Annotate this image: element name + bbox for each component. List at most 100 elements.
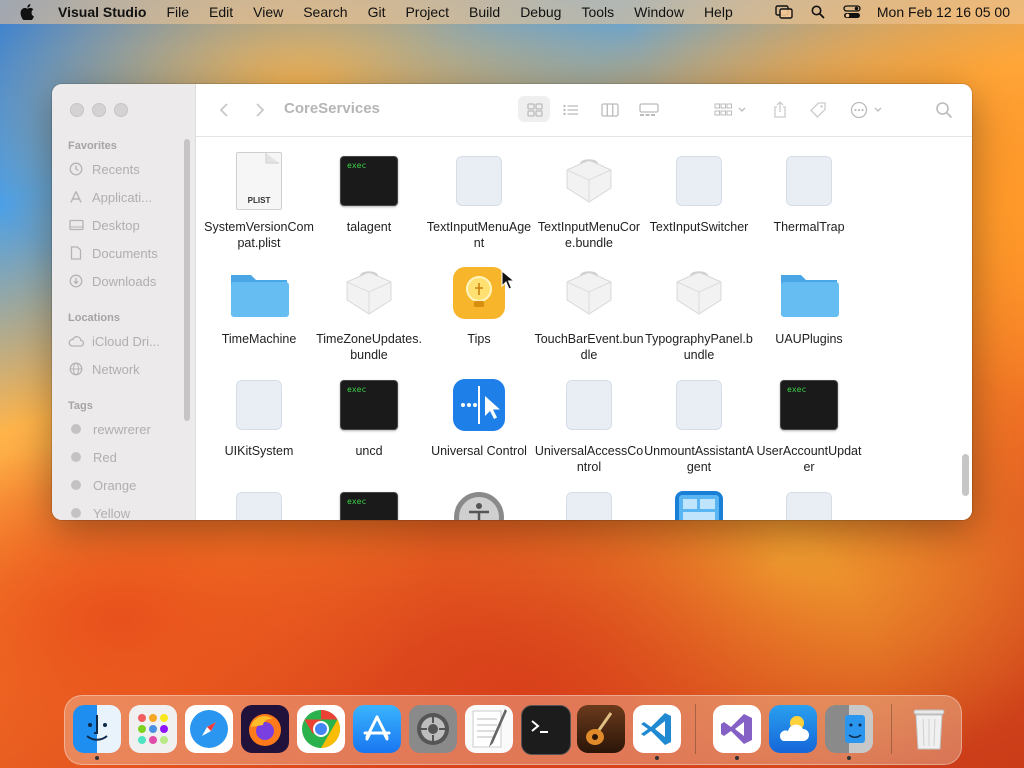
sidebar-scrollbar[interactable] (184, 139, 190, 421)
minimize-button[interactable] (92, 103, 106, 117)
file-item-textinputswitcher[interactable]: TextInputSwitcher (644, 151, 754, 235)
dock-weather-icon[interactable] (769, 705, 817, 753)
menubar-clock[interactable]: Mon Feb 12 16 05 00 (877, 4, 1010, 20)
sidebar-item-applications[interactable]: Applicati... (68, 187, 152, 207)
sidebar-header-favorites: Favorites (68, 140, 117, 152)
dock-launchpad-icon[interactable] (129, 705, 177, 753)
menu-window[interactable]: Window (624, 4, 694, 20)
file-item-uncd[interactable]: exec uncd (314, 375, 424, 459)
dock-app-store-icon[interactable] (353, 705, 401, 753)
sidebar-item-documents[interactable]: Documents (68, 243, 158, 263)
menu-help[interactable]: Help (694, 4, 743, 20)
file-item-timemachine[interactable]: TimeMachine (204, 263, 314, 347)
sidebar-tag-yellow[interactable]: Yellow (68, 503, 130, 520)
sidebar-item-label: rewwrerer (93, 421, 151, 437)
folder-icon (777, 263, 841, 323)
file-item-textinputmenuagent[interactable]: TextInputMenuAgent (424, 151, 534, 251)
dock-visual-studio-icon[interactable] (713, 705, 761, 753)
bundle-icon (337, 263, 401, 323)
sidebar-item-label: Downloads (92, 273, 157, 289)
clock-icon (68, 161, 84, 177)
file-label: Universal Control (431, 444, 527, 458)
file-item-useraccountupdater[interactable]: exec UserAccountUpdater (754, 375, 864, 475)
menu-debug[interactable]: Debug (510, 4, 571, 20)
sidebar-tag-red[interactable]: Red (68, 447, 117, 467)
zoom-button[interactable] (114, 103, 128, 117)
sidebar-item-icloud[interactable]: iCloud Dri... (68, 331, 160, 351)
file-item-partial[interactable] (644, 487, 754, 520)
icon-view-icon[interactable] (526, 100, 544, 120)
sidebar-item-desktop[interactable]: Desktop (68, 215, 140, 235)
dock-trash-icon[interactable] (905, 705, 953, 753)
menu-project[interactable]: Project (395, 4, 459, 20)
file-label: TextInputMenuCore.bundle (537, 220, 641, 250)
file-item-partial[interactable]: exec (314, 487, 424, 520)
dock-vscode-icon[interactable] (633, 705, 681, 753)
menu-edit[interactable]: Edit (199, 4, 243, 20)
spotlight-search-icon[interactable] (807, 4, 829, 20)
universal-control-icon (447, 375, 511, 435)
menu-build[interactable]: Build (459, 4, 510, 20)
dock-migration-assistant-icon[interactable] (825, 705, 873, 753)
file-item-partial[interactable] (754, 487, 864, 520)
file-item-thermaltrap[interactable]: ThermalTrap (754, 151, 864, 235)
menu-app-name[interactable]: Visual Studio (48, 4, 156, 20)
dock-firefox-icon[interactable] (241, 705, 289, 753)
dock-terminal-icon[interactable] (521, 705, 571, 755)
file-item-timezoneupdates[interactable]: TimeZoneUpdates.bundle (314, 263, 424, 363)
close-button[interactable] (70, 103, 84, 117)
search-icon[interactable] (934, 100, 954, 120)
app-placeholder-icon (447, 151, 511, 211)
file-label: TextInputMenuAgent (426, 220, 532, 250)
menu-search[interactable]: Search (293, 4, 357, 20)
forward-chevron-icon[interactable] (252, 100, 268, 120)
tag-icon[interactable] (808, 100, 828, 120)
menu-file[interactable]: File (156, 4, 199, 20)
dock-system-settings-icon[interactable] (409, 705, 457, 753)
file-item-unmountassistantagent[interactable]: UnmountAssistantAgent (644, 375, 754, 475)
screen-mirroring-icon[interactable] (773, 4, 795, 20)
app-placeholder-icon (557, 487, 621, 520)
content-scrollbar[interactable] (962, 454, 969, 496)
apple-menu-icon[interactable] (18, 3, 36, 21)
file-item-partial[interactable] (204, 487, 314, 520)
sidebar-item-downloads[interactable]: Downloads (68, 271, 156, 291)
file-item-partial[interactable] (424, 487, 534, 520)
bundle-icon (557, 263, 621, 323)
file-item-tips[interactable]: Tips (424, 263, 534, 347)
gallery-view-icon[interactable] (638, 100, 660, 120)
file-item-uikitsystem[interactable]: UIKitSystem (204, 375, 314, 459)
file-label: ThermalTrap (773, 220, 845, 234)
dock-instruments-icon[interactable] (577, 705, 625, 753)
menu-view[interactable]: View (243, 4, 293, 20)
dock-chrome-icon[interactable] (297, 705, 345, 753)
column-view-icon[interactable] (600, 100, 620, 120)
menu-git[interactable]: Git (358, 4, 396, 20)
sidebar-item-recents[interactable]: Recents (68, 159, 140, 179)
tag-dot-icon (71, 424, 81, 434)
sidebar-item-label: Desktop (92, 217, 140, 233)
sidebar-tag-orange[interactable]: Orange (68, 475, 136, 495)
group-by-icon[interactable] (712, 100, 750, 120)
sidebar-tag-rewwrerer[interactable]: rewwrerer (68, 419, 151, 439)
file-item-systemversioncompat[interactable]: PLIST SystemVersionCompat.plist (204, 151, 314, 251)
file-item-talagent[interactable]: exec talagent (314, 151, 424, 235)
dock-textedit-icon[interactable] (465, 705, 513, 753)
file-item-universal-control[interactable]: Universal Control (424, 375, 534, 459)
dock-safari-icon[interactable] (185, 705, 233, 753)
back-chevron-icon[interactable] (216, 100, 232, 120)
share-icon[interactable] (772, 100, 788, 120)
list-view-icon[interactable] (562, 100, 580, 120)
exec-badge: exec (347, 385, 367, 394)
dock-finder-icon[interactable] (73, 705, 121, 753)
menu-tools[interactable]: Tools (571, 4, 624, 20)
file-item-universalaccesscontrol[interactable]: UniversalAccessControl (534, 375, 644, 475)
sidebar-item-network[interactable]: Network (68, 359, 140, 379)
file-item-typographypanel[interactable]: TypographyPanel.bundle (644, 263, 754, 363)
file-item-partial[interactable] (534, 487, 644, 520)
file-item-uauplugins[interactable]: UAUPlugins (754, 263, 864, 347)
file-item-textinputmenucore[interactable]: TextInputMenuCore.bundle (534, 151, 644, 251)
file-item-touchbarevent[interactable]: TouchBarEvent.bundle (534, 263, 644, 363)
control-center-icon[interactable] (841, 4, 863, 20)
more-actions-icon[interactable] (848, 100, 888, 120)
